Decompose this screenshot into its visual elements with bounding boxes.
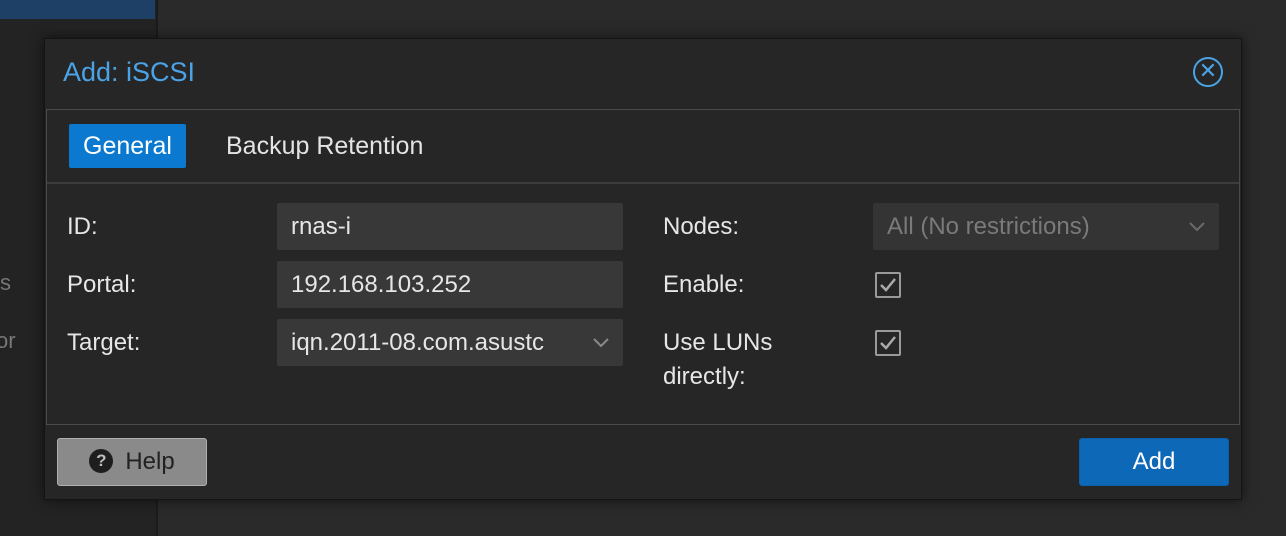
tab-general[interactable]: General — [69, 124, 186, 168]
portal-input[interactable]: 192.168.103.252 — [277, 261, 623, 308]
use-luns-checkbox[interactable] — [875, 330, 901, 356]
target-label: Target: — [67, 329, 141, 356]
add-iscsi-dialog: Add: iSCSI ✕ General Backup Retention ID… — [44, 38, 1242, 500]
chevron-down-icon[interactable] — [593, 319, 609, 366]
help-button[interactable]: ? Help — [57, 438, 207, 486]
checkmark-icon — [880, 278, 896, 292]
close-icon[interactable]: ✕ — [1193, 57, 1223, 87]
nodes-select-value: All (No restrictions) — [887, 213, 1090, 240]
id-input-value: rnas-i — [291, 213, 352, 240]
tab-bar: General Backup Retention — [47, 110, 1239, 184]
target-select-value: iqn.2011-08.com.asustc — [291, 329, 545, 356]
add-button[interactable]: Add — [1079, 438, 1229, 486]
question-circle-icon: ? — [89, 448, 114, 473]
enable-checkbox[interactable] — [875, 272, 901, 298]
id-input[interactable]: rnas-i — [277, 203, 623, 250]
nodes-select[interactable]: All (No restrictions) — [873, 203, 1219, 250]
target-select[interactable]: iqn.2011-08.com.asustc — [277, 319, 623, 366]
sidebar-selected-item[interactable] — [0, 0, 155, 19]
nodes-label: Nodes: — [663, 213, 740, 240]
sidebar-partial-text: or — [0, 328, 16, 353]
id-label: ID: — [67, 213, 98, 240]
help-button-label: Help — [125, 448, 175, 475]
tab-backup-retention[interactable]: Backup Retention — [212, 124, 437, 168]
use-luns-label-line1: Use LUNs — [663, 329, 773, 356]
checkmark-icon — [880, 336, 896, 350]
chevron-down-icon[interactable] — [1189, 203, 1205, 250]
dialog-title: Add: iSCSI — [63, 57, 196, 87]
portal-label: Portal: — [67, 271, 137, 298]
portal-input-value: 192.168.103.252 — [291, 271, 472, 298]
sidebar-partial-text: s — [0, 270, 11, 295]
dialog-panel: General Backup Retention ID: rnas-i Port… — [46, 109, 1240, 425]
use-luns-label-line2: directly: — [663, 363, 746, 390]
enable-label: Enable: — [663, 271, 745, 298]
